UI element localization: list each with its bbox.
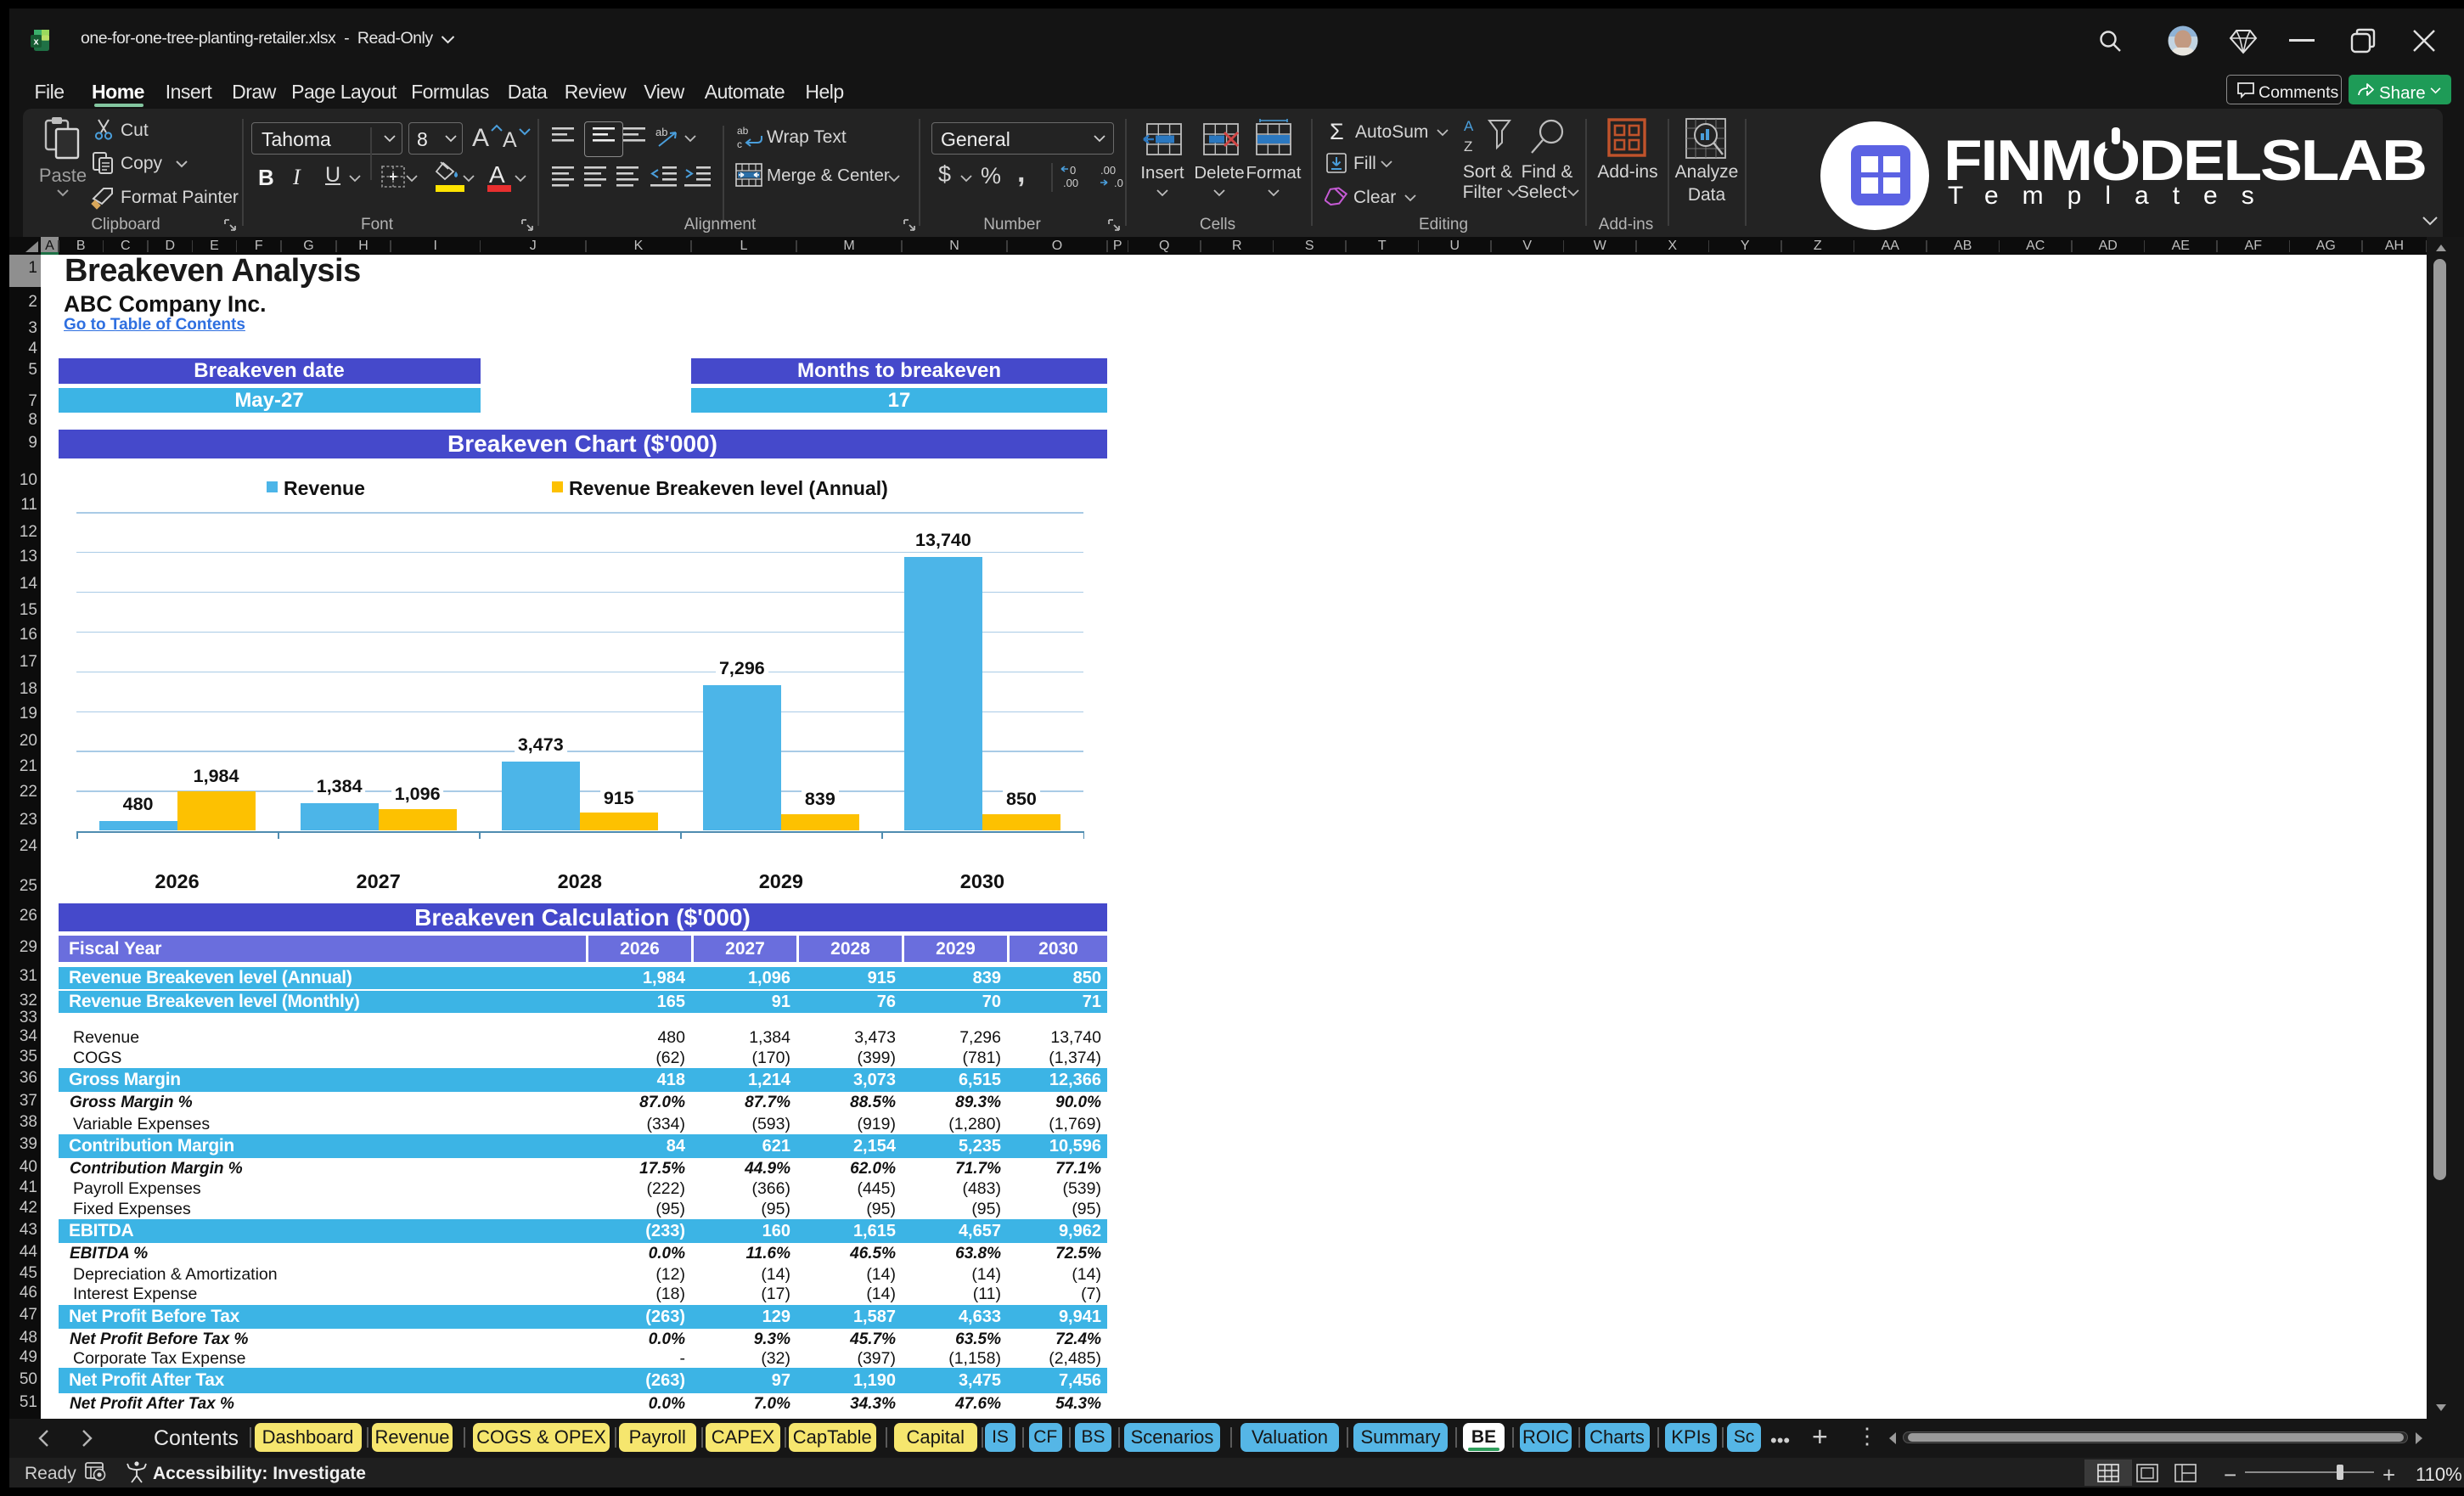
svg-text:Z: Z (1464, 138, 1472, 155)
svg-text:.00: .00 (1063, 177, 1078, 189)
svg-text:x: x (33, 37, 39, 48)
svg-text:0: 0 (1070, 164, 1076, 177)
svg-text:.00: .00 (1100, 164, 1116, 177)
svg-text:ab: ab (655, 126, 667, 138)
svg-text:ab: ab (737, 125, 749, 137)
svg-text:c: c (737, 138, 742, 149)
svg-text:.0: .0 (1114, 177, 1123, 189)
svg-text:A: A (1464, 118, 1474, 134)
